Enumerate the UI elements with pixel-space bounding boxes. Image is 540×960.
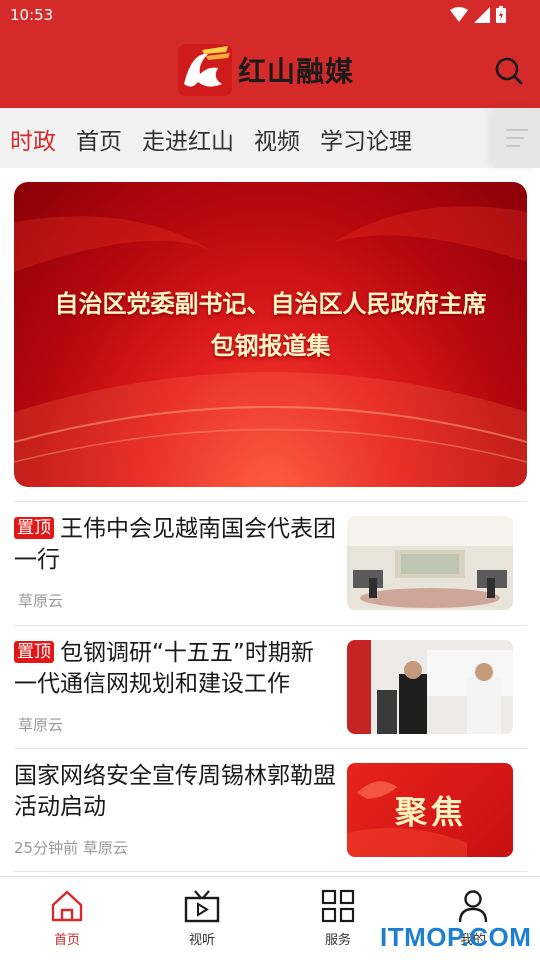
app-logo: 红山融媒: [178, 44, 354, 96]
nav-home-label: 首页: [53, 933, 80, 948]
status-time: 10:53: [10, 6, 54, 24]
news-title: 置顶 包钢调研“十五五”时期新一代通信网规划和建设工作: [14, 638, 336, 700]
user-icon: [458, 890, 488, 923]
news-item[interactable]: 置顶 王伟中会见越南国会代表团一行 草原云: [14, 501, 527, 625]
news-title: 国家网络安全宣传周锡林郭勒盟活动启动: [14, 761, 336, 823]
watermark-text: ITMOP.COM: [380, 922, 532, 952]
tab-politics[interactable]: 时政: [10, 122, 56, 156]
menu-lines-icon: [506, 129, 528, 147]
news-title: 置顶 王伟中会见越南国会代表团一行: [14, 514, 336, 576]
nav-home[interactable]: 首页: [32, 889, 102, 948]
tab-hongshan[interactable]: 走进红山: [142, 122, 234, 156]
channel-menu-button[interactable]: [494, 108, 540, 168]
wifi-icon: [450, 6, 468, 22]
nav-services[interactable]: 服务: [303, 889, 373, 948]
news-item[interactable]: 置顶 包钢调研“十五五”时期新一代通信网规划和建设工作 草原云: [14, 625, 527, 749]
news-thumbnail: [347, 640, 513, 734]
tv-play-icon: [184, 890, 220, 923]
pinned-badge: 置顶: [14, 517, 54, 539]
tab-home[interactable]: 首页: [76, 122, 122, 156]
logo-badge-icon: [178, 44, 232, 96]
top-banner[interactable]: 自治区党委副书记、自治区人民政府主席 包钢报道集: [14, 182, 527, 487]
banner-title-line2: 包钢报道集: [210, 332, 331, 360]
app-header: 红山融媒: [0, 32, 540, 108]
news-thumbnail: 聚焦: [347, 763, 513, 857]
channel-tabbar: 时政 首页 走进红山 视频 学习论理: [0, 108, 540, 168]
signal-icon: [474, 6, 490, 23]
home-icon: [51, 890, 83, 922]
tab-study[interactable]: 学习论理: [320, 122, 412, 156]
news-title-text: 包钢调研“十五五”时期新一代通信网规划和建设工作: [14, 640, 314, 697]
thumbnail-caption: 聚焦: [395, 793, 468, 831]
tab-video[interactable]: 视频: [254, 122, 300, 156]
search-button[interactable]: [494, 56, 524, 86]
status-icons: [450, 6, 506, 23]
news-title-text: 国家网络安全宣传周锡林郭勒盟活动启动: [14, 763, 336, 820]
search-icon: [495, 57, 523, 85]
status-bar: 10:53: [0, 0, 540, 32]
nav-audiovisual-label: 视听: [188, 933, 215, 948]
news-title-text: 王伟中会见越南国会代表团一行: [14, 516, 336, 573]
nav-services-label: 服务: [324, 933, 351, 948]
battery-icon: [496, 6, 506, 23]
news-item[interactable]: 国家网络安全宣传周锡林郭勒盟活动启动 25分钟前 草原云 聚焦: [14, 748, 527, 872]
news-time-source: 25分钟前 草原云: [14, 839, 128, 857]
grid-icon: [321, 889, 355, 923]
news-source: 草原云: [18, 716, 64, 734]
channel-tabs: 时政 首页 走进红山 视频 学习论理: [10, 122, 412, 156]
pinned-badge: 置顶: [14, 641, 54, 663]
news-source: 草原云: [18, 592, 64, 610]
app-name: 红山融媒: [238, 55, 355, 88]
divider: [14, 871, 527, 872]
news-thumbnail: [347, 516, 513, 610]
nav-audiovisual[interactable]: 视听: [167, 889, 237, 948]
banner-title-line1: 自治区党委副书记、自治区人民政府主席: [54, 290, 487, 318]
